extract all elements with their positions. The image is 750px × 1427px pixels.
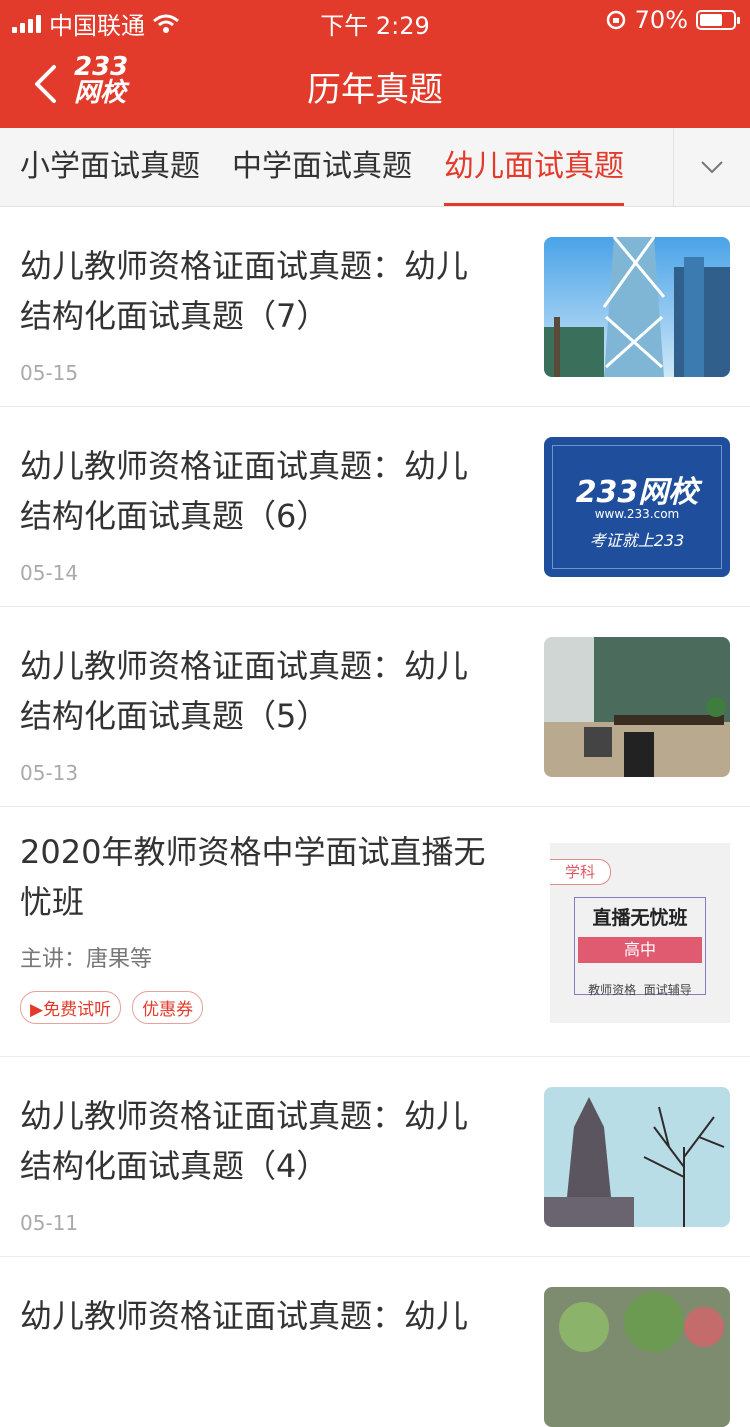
item-title-line: 幼儿教师资格证面试真题：幼儿	[20, 247, 469, 285]
list-item[interactable]: 幼儿教师资格证面试真题：幼儿 结构化面试真题（6） 05-14 233网校 ww…	[0, 407, 750, 607]
list-item[interactable]: 幼儿教师资格证面试真题：幼儿	[0, 1257, 750, 1427]
category-tabs: 小学面试真题 中学面试真题 幼儿面试真题	[0, 128, 750, 207]
page-title: 历年真题	[307, 70, 443, 110]
article-list: 幼儿教师资格证面试真题：幼儿 结构化面试真题（7） 05-15 幼儿教师资格证面…	[0, 207, 750, 1427]
battery-percent: 70%	[634, 6, 688, 34]
item-title-line: 结构化面试真题（7）	[20, 297, 329, 335]
status-bar: 中国联通 下午 2:29 70%	[0, 0, 750, 40]
item-thumbnail	[544, 237, 730, 377]
course-title: 直播无忧班	[592, 907, 688, 929]
course-footer: 教师资格 面试辅导	[588, 983, 692, 997]
level-badge: 高中	[578, 937, 702, 963]
thumb-slogan: 考证就上233	[589, 531, 685, 550]
tab-middle-interview[interactable]: 中学面试真题	[212, 128, 412, 206]
item-title: 幼儿教师资格证面试真题：幼儿 结构化面试真题（7）	[20, 241, 520, 341]
item-title-line: 幼儿教师资格证面试真题：幼儿	[20, 447, 469, 485]
item-title-line: 结构化面试真题（6）	[20, 497, 329, 535]
teacher-label: 主讲：唐果等	[20, 947, 153, 972]
item-title-line: 忧班	[20, 883, 85, 921]
item-thumbnail	[544, 1087, 730, 1227]
chevron-down-icon	[701, 161, 723, 174]
list-item[interactable]: 2020年教师资格中学面试直播无 忧班 主讲：唐果等 ▶免费试听 优惠券 学科 …	[0, 807, 750, 1057]
battery-icon	[696, 10, 740, 30]
item-date: 05-15	[20, 361, 79, 385]
item-title: 幼儿教师资格证面试真题：幼儿 结构化面试真题（5）	[20, 641, 520, 741]
course-thumbnail: 学科 直播无忧班 高中 教师资格 面试辅导	[550, 843, 730, 1023]
tab-kindergarten-interview[interactable]: 幼儿面试真题	[424, 128, 624, 206]
item-title-line: 结构化面试真题（4）	[20, 1147, 329, 1185]
item-title-line: 幼儿教师资格证面试真题：幼儿	[20, 647, 469, 685]
tab-primary-interview[interactable]: 小学面试真题	[0, 128, 200, 206]
item-title: 幼儿教师资格证面试真题：幼儿 结构化面试真题（6）	[20, 441, 520, 541]
thumb-brand: 233网校	[575, 475, 699, 510]
coupon-tag[interactable]: 优惠券	[132, 991, 204, 1024]
item-title-line: 结构化面试真题（5）	[20, 697, 329, 735]
item-title-line: 幼儿教师资格证面试真题：幼儿	[20, 1097, 469, 1135]
free-trial-tag[interactable]: ▶免费试听	[20, 991, 122, 1024]
item-thumbnail: 233网校 www.233.com 考证就上233	[544, 437, 730, 577]
subject-badge: 学科	[550, 859, 611, 885]
thumb-url: www.233.com	[594, 507, 680, 521]
item-title: 幼儿教师资格证面试真题：幼儿 结构化面试真题（4）	[20, 1091, 520, 1191]
item-date: 05-13	[20, 761, 79, 785]
list-item[interactable]: 幼儿教师资格证面试真题：幼儿 结构化面试真题（5） 05-13	[0, 607, 750, 807]
rotation-lock-icon	[606, 10, 625, 30]
list-item[interactable]: 幼儿教师资格证面试真题：幼儿 结构化面试真题（4） 05-11	[0, 1057, 750, 1257]
item-date: 05-11	[20, 1211, 79, 1235]
tag-row: ▶免费试听 优惠券	[20, 991, 520, 1024]
item-date: 05-14	[20, 561, 79, 585]
item-thumbnail	[544, 637, 730, 777]
list-item[interactable]: 幼儿教师资格证面试真题：幼儿 结构化面试真题（7） 05-15	[0, 207, 750, 407]
nav-bar: 233 网校 历年真题	[0, 40, 750, 128]
item-thumbnail	[544, 1287, 730, 1427]
item-title: 2020年教师资格中学面试直播无 忧班	[20, 827, 520, 927]
expand-tabs-button[interactable]	[673, 128, 750, 206]
item-title-line: 2020年教师资格中学面试直播无	[20, 833, 486, 871]
